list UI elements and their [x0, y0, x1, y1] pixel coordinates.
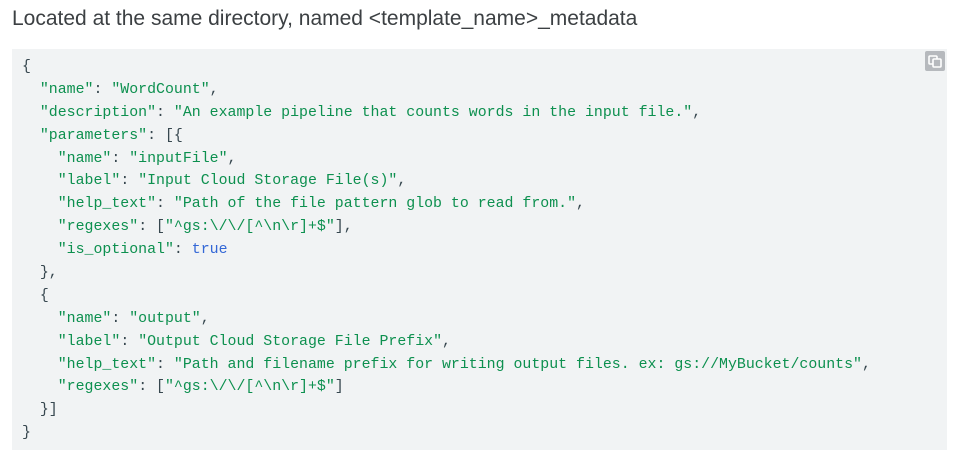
json-punctuation: ,: [442, 333, 451, 350]
json-key: "parameters": [39, 127, 148, 144]
json-punctuation: }]: [22, 402, 58, 419]
json-punctuation: :: [120, 333, 139, 350]
json-punctuation: ,: [861, 356, 871, 373]
json-punctuation: : [{: [147, 127, 183, 144]
json-punctuation: :: [173, 242, 192, 259]
json-punctuation: [22, 82, 40, 98]
json-punctuation: ,: [227, 150, 237, 167]
json-punctuation: ]: [334, 379, 344, 396]
json-key: "regexes": [57, 219, 139, 236]
code-line: {: [22, 285, 871, 308]
code-line: "help_text": "Path of the file pattern g…: [22, 193, 871, 216]
json-string: "Path and filename prefix for writing ou…: [173, 356, 862, 373]
json-key: "name": [57, 310, 112, 327]
code-line: "name": "output",: [22, 308, 871, 331]
code-line: }: [22, 422, 871, 445]
code-line: "name": "inputFile",: [22, 148, 871, 171]
json-punctuation: ],: [334, 219, 353, 236]
code-line: {: [22, 56, 871, 79]
json-punctuation: ,: [397, 173, 407, 190]
json-punctuation: :: [156, 196, 174, 213]
json-key: "regexes": [57, 379, 139, 396]
json-string: "Input Cloud Storage File(s)": [138, 173, 398, 190]
json-punctuation: ,: [209, 81, 219, 98]
json-key: "label": [57, 173, 121, 190]
json-punctuation: :: [120, 173, 139, 190]
code-line: "name": "WordCount",: [22, 79, 871, 102]
json-punctuation: [22, 334, 58, 350]
json-punctuation: [22, 242, 58, 258]
json-punctuation: },: [22, 265, 58, 282]
json-punctuation: :: [156, 356, 174, 373]
code-line: }]: [22, 399, 871, 422]
json-punctuation: {: [22, 287, 49, 304]
json-punctuation: :: [111, 310, 130, 327]
json-string: "output": [129, 310, 201, 327]
json-key: "name": [57, 150, 112, 167]
json-punctuation: [22, 379, 58, 395]
code-line: "label": "Output Cloud Storage File Pref…: [22, 331, 871, 354]
json-key: "name": [39, 81, 94, 98]
code-line: "regexes": ["^gs:\/\/[^\n\r]+$"]: [22, 376, 871, 399]
json-key: "help_text": [57, 196, 157, 213]
json-key: "help_text": [57, 356, 157, 373]
code-line: "parameters": [{: [22, 125, 871, 148]
json-key: "description": [39, 104, 157, 121]
json-punctuation: ,: [200, 310, 210, 327]
code-line: },: [22, 262, 871, 285]
json-punctuation: :: [111, 150, 130, 167]
code-content: { "name": "WordCount", "description": "A…: [22, 56, 871, 445]
json-boolean: true: [191, 242, 228, 259]
json-punctuation: [22, 196, 58, 212]
json-punctuation: : [: [138, 379, 165, 396]
copy-icon: [928, 55, 942, 68]
json-string: "WordCount": [111, 81, 210, 98]
json-string: "^gs:\/\/[^\n\r]+$": [165, 219, 335, 236]
json-punctuation: [22, 173, 58, 189]
code-line: "help_text": "Path and filename prefix f…: [22, 354, 871, 377]
json-key: "label": [57, 333, 121, 350]
json-string: "^gs:\/\/[^\n\r]+$": [165, 379, 335, 396]
json-punctuation: }: [22, 425, 31, 442]
json-string: "inputFile": [129, 150, 228, 167]
json-string: "Output Cloud Storage File Prefix": [138, 333, 443, 350]
code-line: "is_optional": true: [22, 239, 871, 262]
copy-button[interactable]: [925, 51, 945, 71]
code-block: { "name": "WordCount", "description": "A…: [12, 49, 947, 450]
code-line: "regexes": ["^gs:\/\/[^\n\r]+$"],: [22, 216, 871, 239]
json-punctuation: :: [93, 81, 112, 98]
json-key: "is_optional": [57, 242, 174, 259]
json-punctuation: [22, 128, 40, 144]
json-string: "Path of the file pattern glob to read f…: [173, 196, 577, 213]
code-line: "description": "An example pipeline that…: [22, 102, 871, 125]
json-punctuation: ,: [692, 104, 702, 121]
json-punctuation: :: [156, 104, 174, 121]
json-punctuation: [22, 105, 40, 121]
json-punctuation: ,: [576, 196, 585, 213]
json-punctuation: [22, 357, 58, 373]
json-punctuation: [22, 219, 58, 235]
json-string: "An example pipeline that counts words i…: [173, 104, 693, 121]
code-line: "label": "Input Cloud Storage File(s)",: [22, 170, 871, 193]
json-punctuation: [22, 151, 58, 167]
section-heading: Located at the same directory, named <te…: [12, 7, 638, 30]
json-punctuation: [22, 311, 58, 327]
json-punctuation: {: [22, 59, 31, 75]
json-punctuation: : [: [138, 219, 165, 236]
